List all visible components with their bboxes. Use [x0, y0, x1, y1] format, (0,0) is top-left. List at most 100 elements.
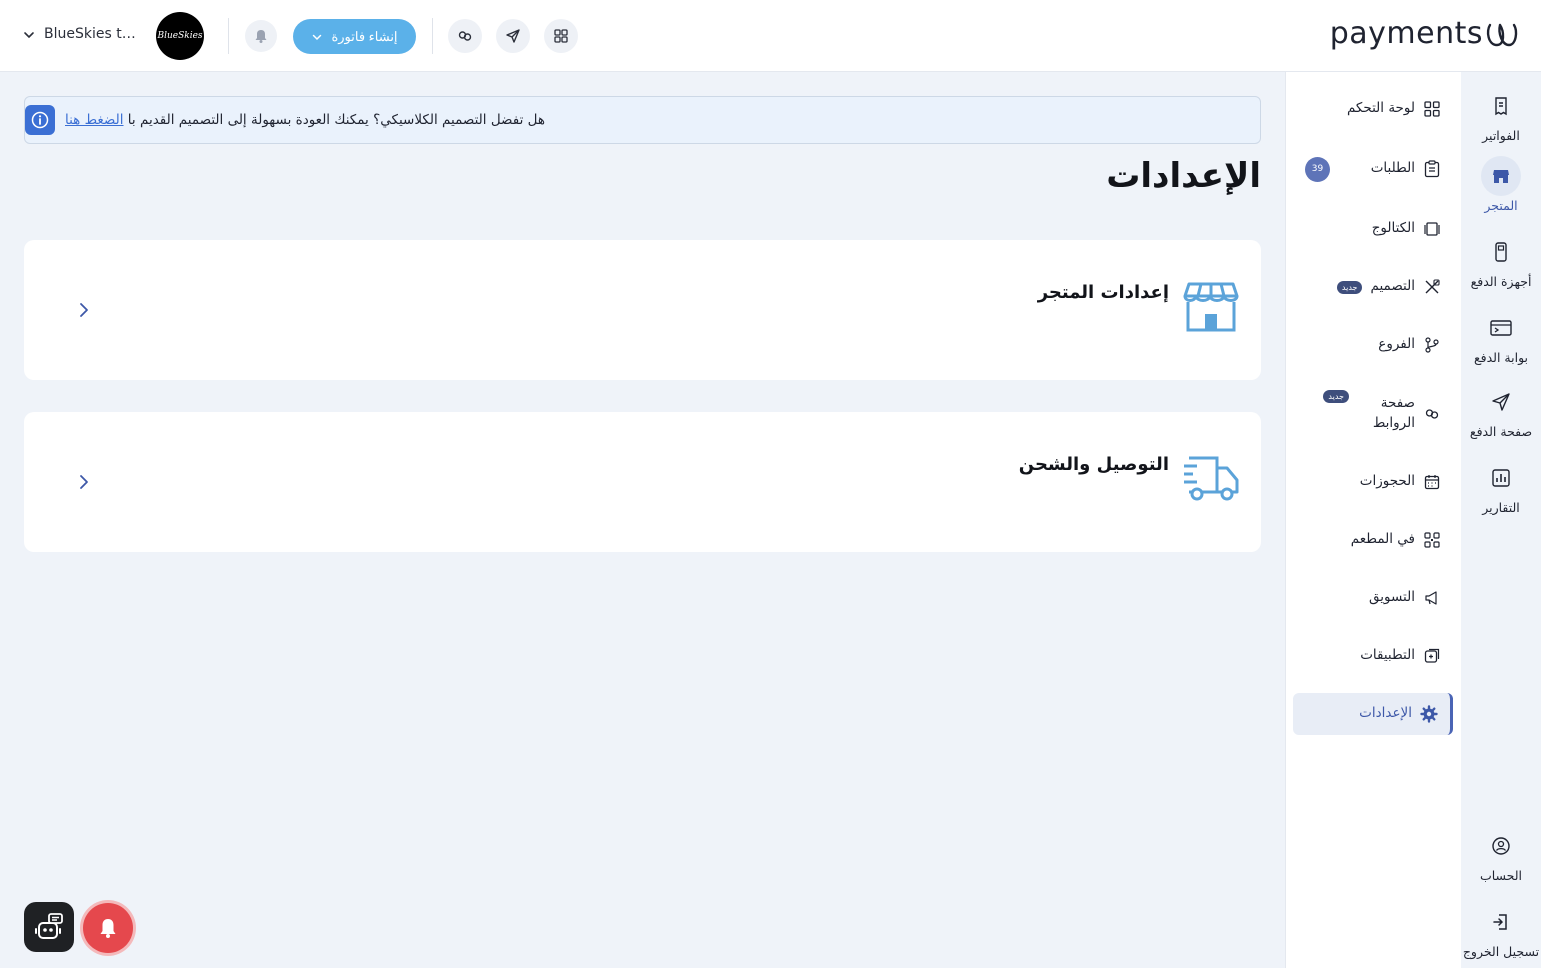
links-icon [1423, 405, 1441, 423]
store-icon [1183, 282, 1239, 332]
avatar-text: BlueSkies [157, 31, 203, 41]
classic-design-banner: هل تفضل التصميم الكلاسيكي؟ يمكنك العودة … [24, 96, 1261, 144]
rail-label: الحساب [1479, 868, 1523, 883]
qr-icon [554, 29, 568, 43]
rail-item-store[interactable]: المتجر [1461, 156, 1541, 213]
create-invoice-button[interactable]: إنشاء فاتورة [293, 19, 416, 54]
settings-icon [1420, 705, 1438, 723]
rail-label: التقارير [1482, 500, 1520, 515]
rail-label: المتجر [1484, 198, 1518, 213]
top-header: payments BlueSkies testi... BlueSkies إن… [0, 0, 1541, 72]
logo-text: payments [1329, 16, 1483, 51]
sidebar-item-label: الحجوزات [1359, 473, 1415, 490]
sidebar-item-label: التطبيقات [1360, 647, 1415, 664]
banner-message: هل تفضل التصميم الكلاسيكي؟ يمكنك العودة … [127, 112, 545, 128]
notification-prompt-button[interactable] [83, 903, 133, 953]
gateway-icon [1481, 308, 1521, 348]
orders-count-badge: 39 [1305, 156, 1330, 182]
qr-button[interactable] [544, 19, 578, 53]
bell-icon [100, 919, 116, 938]
store-settings-card[interactable]: إعدادات المتجر [24, 240, 1261, 380]
link-icon [458, 31, 472, 41]
sidebar-item-label: الكتالوج [1371, 220, 1415, 237]
create-invoice-label: إنشاء فاتورة [331, 28, 398, 44]
chevron-right-icon[interactable] [76, 300, 92, 320]
bell-icon [255, 30, 267, 43]
rail-label: صفحة الدفع [1469, 424, 1533, 439]
rail-item-pos-devices[interactable]: أجهزة الدفع [1461, 232, 1541, 289]
dashboard-icon [1423, 100, 1441, 118]
sidebar-item-label: التسويق [1369, 589, 1415, 606]
send-icon [506, 29, 520, 43]
catalog-icon [1423, 220, 1441, 238]
new-badge: جديد [1323, 390, 1349, 403]
sidebar-item-links-page[interactable]: صفحة الروابط جديد [1293, 382, 1453, 446]
card-title: التوصيل والشحن [1018, 454, 1169, 475]
orders-icon [1423, 160, 1441, 178]
sidebar-item-dashboard[interactable]: لوحة التحكم [1293, 88, 1453, 130]
sidebar-item-apps[interactable]: التطبيقات [1293, 635, 1453, 677]
links-button[interactable] [448, 19, 482, 53]
design-icon [1423, 278, 1441, 296]
rail-label: أجهزة الدفع [1470, 274, 1532, 289]
chevron-right-icon[interactable] [76, 472, 92, 492]
info-icon [25, 105, 55, 135]
branches-icon [1423, 336, 1441, 354]
sidebar-item-design[interactable]: التصميم جديد [1293, 266, 1453, 308]
store-icon [1481, 156, 1521, 196]
rail-label: الفواتير [1482, 128, 1520, 143]
rail-label: تسجيل الخروج [1462, 944, 1540, 959]
rail-item-invoices[interactable]: الفواتير [1461, 86, 1541, 143]
chevron-down-icon[interactable] [22, 28, 36, 42]
logo-mark-icon [1486, 23, 1518, 46]
avatar[interactable]: BlueSkies [156, 12, 204, 60]
new-badge: جديد [1336, 280, 1363, 294]
banner-text: هل تفضل التصميم الكلاسيكي؟ يمكنك العودة … [65, 112, 545, 128]
delivery-shipping-card[interactable]: التوصيل والشحن [24, 412, 1261, 552]
page-title: الإعدادات [1106, 156, 1261, 196]
sidebar-item-catalog[interactable]: الكتالوج [1293, 208, 1453, 250]
store-sidebar: لوحة التحكم الطلبات 39 الكتالوج التصميم … [1285, 72, 1461, 968]
pos-device-icon [1481, 232, 1521, 272]
chevron-down-icon [313, 34, 322, 40]
primary-rail: الفواتير المتجر أجهزة الدفع بوابة الدفع … [1461, 72, 1541, 968]
sidebar-item-marketing[interactable]: التسويق [1293, 577, 1453, 619]
rail-item-account[interactable]: الحساب [1461, 826, 1541, 883]
send-icon [1481, 382, 1521, 422]
reports-icon [1481, 458, 1521, 498]
send-button[interactable] [496, 19, 530, 53]
chatbot-button[interactable] [24, 902, 74, 952]
notifications-button[interactable] [245, 20, 277, 52]
brand-logo[interactable]: payments [1330, 16, 1519, 51]
sidebar-item-label: الإعدادات [1359, 705, 1412, 722]
divider [432, 18, 433, 54]
apps-icon [1423, 647, 1441, 665]
sidebar-item-branches[interactable]: الفروع [1293, 324, 1453, 366]
rail-item-gateway[interactable]: بوابة الدفع [1461, 308, 1541, 365]
truck-icon [1184, 456, 1239, 501]
banner-link[interactable]: الضغط هنا [65, 112, 124, 128]
sidebar-item-label: صفحة الروابط [1357, 394, 1415, 433]
sidebar-item-bookings[interactable]: الحجوزات [1293, 461, 1453, 503]
card-title: إعدادات المتجر [1037, 282, 1169, 303]
qr-icon [1423, 531, 1441, 549]
rail-item-logout[interactable]: تسجيل الخروج [1461, 902, 1541, 959]
sidebar-item-label: الطلبات [1370, 160, 1415, 177]
sidebar-item-label-line1: صفحة [1380, 395, 1415, 412]
logout-icon [1481, 902, 1521, 942]
rail-item-reports[interactable]: التقارير [1461, 458, 1541, 515]
sidebar-item-label: في المطعم [1350, 531, 1415, 548]
rail-label: بوابة الدفع [1473, 350, 1529, 365]
sidebar-item-orders[interactable]: الطلبات 39 [1293, 148, 1453, 190]
sidebar-item-label: لوحة التحكم [1346, 100, 1415, 117]
sidebar-item-label: التصميم [1370, 278, 1415, 295]
sidebar-item-dine-in[interactable]: في المطعم [1293, 519, 1453, 561]
user-name[interactable]: BlueSkies testi... [44, 26, 144, 42]
account-icon [1481, 826, 1521, 866]
sidebar-item-settings[interactable]: الإعدادات [1293, 693, 1453, 735]
robot-icon [35, 913, 63, 939]
divider [228, 18, 229, 54]
sidebar-item-label-line2: الروابط [1372, 415, 1415, 431]
sidebar-item-label: الفروع [1378, 336, 1415, 353]
rail-item-payment-page[interactable]: صفحة الدفع [1461, 382, 1541, 439]
